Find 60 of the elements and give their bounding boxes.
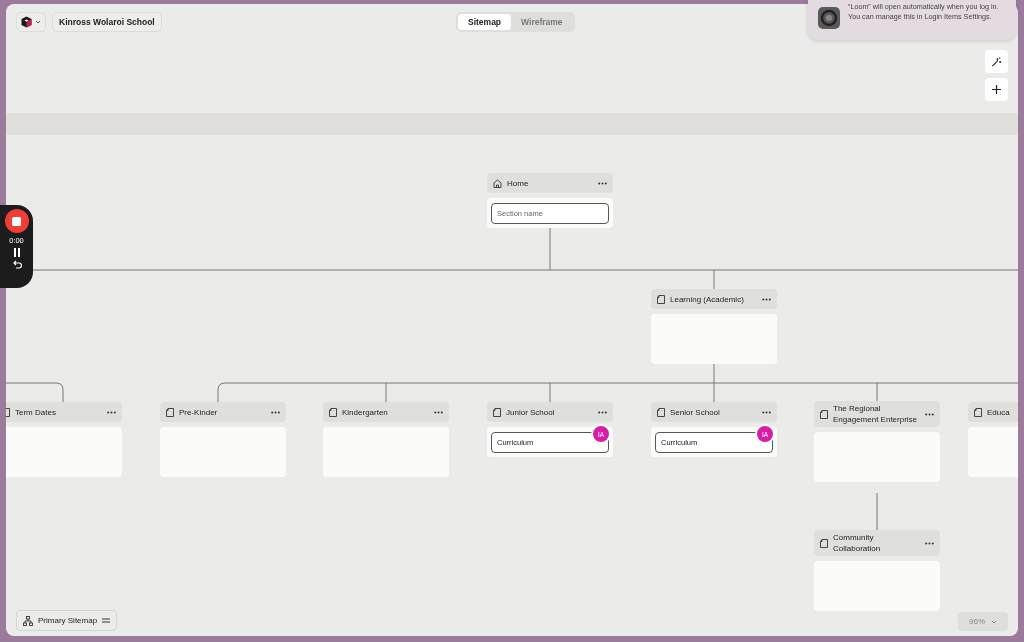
pause-button[interactable] bbox=[12, 248, 21, 257]
logo-menu-button[interactable] bbox=[16, 12, 46, 32]
page-node-header[interactable]: Learning (Academic) bbox=[651, 289, 777, 309]
more-icon[interactable] bbox=[598, 181, 607, 185]
page-node-header[interactable]: Senior School bbox=[651, 402, 777, 422]
more-icon[interactable] bbox=[107, 410, 116, 414]
more-icon[interactable] bbox=[762, 297, 771, 301]
page-title: Learning (Academic) bbox=[670, 293, 745, 305]
page-title: Senior School bbox=[670, 406, 721, 418]
more-icon[interactable] bbox=[598, 410, 607, 414]
page-node-header[interactable]: Term Dates bbox=[6, 402, 122, 422]
view-tab[interactable]: Sitemap bbox=[458, 14, 512, 30]
more-icon[interactable] bbox=[762, 410, 771, 414]
home-icon bbox=[493, 178, 502, 188]
page-title: Pre-Kinder bbox=[179, 406, 219, 418]
page-icon bbox=[820, 538, 828, 548]
page-icon bbox=[820, 409, 828, 419]
page-icon bbox=[974, 407, 982, 417]
connector-line bbox=[876, 492, 878, 531]
sitemap-icon bbox=[23, 615, 33, 626]
undo-icon bbox=[11, 260, 22, 269]
cube-logo-icon bbox=[21, 16, 32, 28]
page-title: Junior School bbox=[506, 406, 556, 418]
add-button[interactable] bbox=[985, 78, 1008, 101]
chevron-down-icon bbox=[35, 20, 41, 24]
page-node-header[interactable]: Kindergarten bbox=[323, 402, 449, 422]
connector-line bbox=[6, 382, 64, 403]
stop-icon bbox=[12, 216, 21, 226]
page-icon bbox=[166, 407, 174, 417]
plus-icon bbox=[991, 84, 1002, 95]
page-icon bbox=[657, 407, 665, 417]
page-title: The Regional Engagement Enterprise bbox=[833, 403, 919, 425]
magic-wand-icon bbox=[991, 55, 1002, 68]
page-title: Kindergarten bbox=[342, 406, 389, 418]
page-node-header[interactable]: The Regional Engagement Enterprise bbox=[814, 401, 940, 427]
chevron-down-icon bbox=[991, 619, 997, 624]
page-node-header[interactable]: Junior School bbox=[487, 402, 613, 422]
gear-app-icon bbox=[818, 7, 840, 29]
sitemap-selector-button[interactable]: Primary Sitemap bbox=[16, 610, 118, 631]
page-node-header[interactable]: Pre-Kinder bbox=[160, 402, 286, 422]
pause-icon bbox=[12, 248, 21, 257]
page-title: Educa bbox=[987, 406, 1011, 418]
stop-recording-button[interactable] bbox=[4, 209, 29, 233]
more-icon[interactable] bbox=[925, 412, 934, 416]
page-title: Community Collaboration bbox=[833, 532, 882, 554]
page-icon bbox=[493, 407, 501, 417]
more-icon[interactable] bbox=[434, 410, 443, 414]
page-title: Term Dates bbox=[15, 406, 57, 418]
page-icon bbox=[329, 407, 337, 417]
page-title: Home bbox=[507, 177, 530, 189]
page-node-header[interactable]: Educa bbox=[968, 402, 1018, 422]
page-node-header[interactable]: Home bbox=[487, 173, 613, 193]
magic-wand-button[interactable] bbox=[985, 50, 1008, 73]
menu-icon bbox=[102, 618, 111, 623]
more-icon[interactable] bbox=[925, 541, 934, 545]
page-node-header[interactable]: Community Collaboration bbox=[814, 530, 940, 556]
page-icon bbox=[657, 294, 665, 304]
project-name-button[interactable]: Kinross Wolaroi School bbox=[52, 12, 162, 32]
undo-button[interactable] bbox=[11, 260, 22, 269]
more-icon[interactable] bbox=[271, 410, 280, 414]
